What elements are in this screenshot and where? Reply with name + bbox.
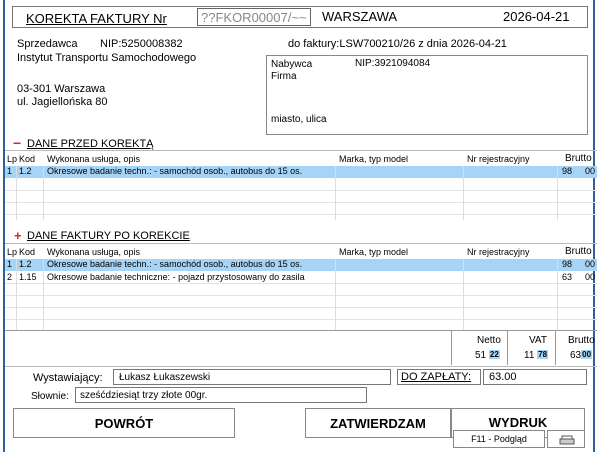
invoice-number-field[interactable]: ??FKOR00007/~~ <box>197 8 311 26</box>
row-kod: 1.2 <box>19 166 32 176</box>
preview-button-label: F11 - Podgląd <box>471 434 527 444</box>
buyer-address: miasto, ulica <box>271 114 327 125</box>
seller-address-city: 03-301 Warszawa <box>17 83 106 95</box>
col-lp: Lp <box>7 154 18 164</box>
issue-date[interactable]: 2026-04-21 <box>503 9 570 24</box>
back-button-label: POWRÓT <box>94 415 154 431</box>
issuer-row: Wystawiający: Łukasz Łukaszewski DO ZAPŁ… <box>5 366 597 386</box>
seller-label: Sprzedawca <box>17 38 78 50</box>
row-lp: 1 <box>7 166 13 176</box>
row-lp: 1 <box>7 259 13 269</box>
words-row: Słownie: sześćdziesiąt trzy złote 00gr. <box>5 386 597 406</box>
brutto-value: 6300 <box>570 350 593 361</box>
words-label: Słownie: <box>31 391 69 402</box>
row-lp: 2 <box>7 272 13 282</box>
print-button-label: WYDRUK <box>488 415 548 430</box>
netto-value: 51 22 <box>475 350 500 361</box>
invoice-number: ??FKOR00007/~~ <box>201 10 307 25</box>
table-row[interactable]: 1 1.2 Okresowe badanie techn.: - samochó… <box>5 259 597 271</box>
document-title: KOREKTA FAKTURY Nr <box>26 11 167 26</box>
row-brutto: 98 <box>562 259 573 269</box>
plus-icon: + <box>14 228 22 243</box>
printer-icon <box>559 435 575 445</box>
buyer-name: Firma <box>271 71 297 82</box>
col-brutto: Brutto <box>565 153 592 164</box>
row-kod: 1.15 <box>19 272 37 282</box>
row-brutto-gr: 00 <box>585 166 596 176</box>
buyer-box[interactable]: Nabywca NIP:3921094084 Firma miasto, uli… <box>266 55 588 135</box>
issuer-field[interactable]: Łukasz Łukaszewski <box>113 369 391 385</box>
col-opis: Wykonana usługa, opis <box>47 154 140 164</box>
city: WARSZAWA <box>322 9 398 24</box>
table-row[interactable]: 1 1.2 Okresowe badanie techn.: - samochó… <box>5 166 597 178</box>
totals-panel: Netto VAT Brutto 51 22 11 78 6300 <box>5 330 597 365</box>
issuer-value: Łukasz Łukaszewski <box>119 372 211 383</box>
to-pay-field[interactable]: 63.00 <box>483 369 587 385</box>
col-kod: Kod <box>19 154 36 164</box>
buyer-nip: NIP:3921094084 <box>355 58 431 69</box>
row-brutto: 98 <box>562 166 573 176</box>
to-pay-label-box: DO ZAPŁATY: <box>397 369 481 385</box>
seller-nip: NIP:5250008382 <box>100 38 183 50</box>
words-value: sześćdziesiąt trzy złote 00gr. <box>80 390 208 401</box>
row-brutto-gr: 00 <box>585 272 596 282</box>
after-table: Lp Kod Wykonana usługa, opis Marka, typ … <box>5 243 597 335</box>
before-table: Lp Kod Wykonana usługa, opis Marka, typ … <box>5 150 597 220</box>
before-section-title: DANE PRZED KOREKTĄ <box>27 138 154 150</box>
back-button[interactable]: POWRÓT <box>13 408 235 438</box>
invoice-reference: do faktury:LSW700210/26 z dnia 2026-04-2… <box>288 38 507 50</box>
buyer-label: Nabywca <box>271 59 313 70</box>
col-brutto: Brutto <box>565 246 592 257</box>
col-kod: Kod <box>19 247 36 257</box>
after-section-title: DANE FAKTURY PO KOREKCIE <box>27 230 190 242</box>
brutto-label: Brutto <box>568 335 595 346</box>
table-row[interactable]: 2 1.15 Okresowe badanie techniczne: - po… <box>5 271 597 283</box>
row-brutto: 63 <box>562 272 573 282</box>
col-marka: Marka, typ model <box>339 154 409 164</box>
seller-address-street: ul. Jagiellońska 80 <box>17 96 108 108</box>
words-field[interactable]: sześćdziesiąt trzy złote 00gr. <box>75 387 367 403</box>
issuer-label: Wystawiający: <box>33 372 103 384</box>
to-pay-value: 63.00 <box>489 371 517 383</box>
row-opis: Okresowe badanie techn.: - samochód osob… <box>47 166 303 176</box>
seller-block: Sprzedawca NIP:5250008382 Instytut Trans… <box>12 30 282 140</box>
col-lp: Lp <box>7 247 18 257</box>
minus-icon: − <box>13 135 22 151</box>
vat-label: VAT <box>529 335 547 346</box>
col-marka: Marka, typ model <box>339 247 409 257</box>
col-nr-rej: Nr rejestracyjny <box>467 154 530 164</box>
printer-icon-button[interactable] <box>547 430 585 448</box>
invoice-correction-window: KOREKTA FAKTURY Nr ??FKOR00007/~~ WARSZA… <box>3 0 597 452</box>
netto-label: Netto <box>477 335 501 346</box>
row-opis: Okresowe badanie techniczne: - pojazd pr… <box>47 272 305 282</box>
row-kod: 1.2 <box>19 259 32 269</box>
preview-button[interactable]: F11 - Podgląd <box>453 430 545 448</box>
approve-button[interactable]: ZATWIERDZAM <box>305 408 451 438</box>
to-pay-label: DO ZAPŁATY: <box>401 371 472 383</box>
approve-button-label: ZATWIERDZAM <box>330 415 426 431</box>
row-opis: Okresowe badanie techn.: - samochód osob… <box>47 259 303 269</box>
header-bar: KOREKTA FAKTURY Nr ??FKOR00007/~~ WARSZA… <box>12 6 588 28</box>
col-nr-rej: Nr rejestracyjny <box>467 247 530 257</box>
row-brutto-gr: 00 <box>585 259 596 269</box>
vat-value: 11 78 <box>524 350 549 361</box>
col-opis: Wykonana usługa, opis <box>47 247 140 257</box>
seller-name: Instytut Transportu Samochodowego <box>17 52 197 64</box>
